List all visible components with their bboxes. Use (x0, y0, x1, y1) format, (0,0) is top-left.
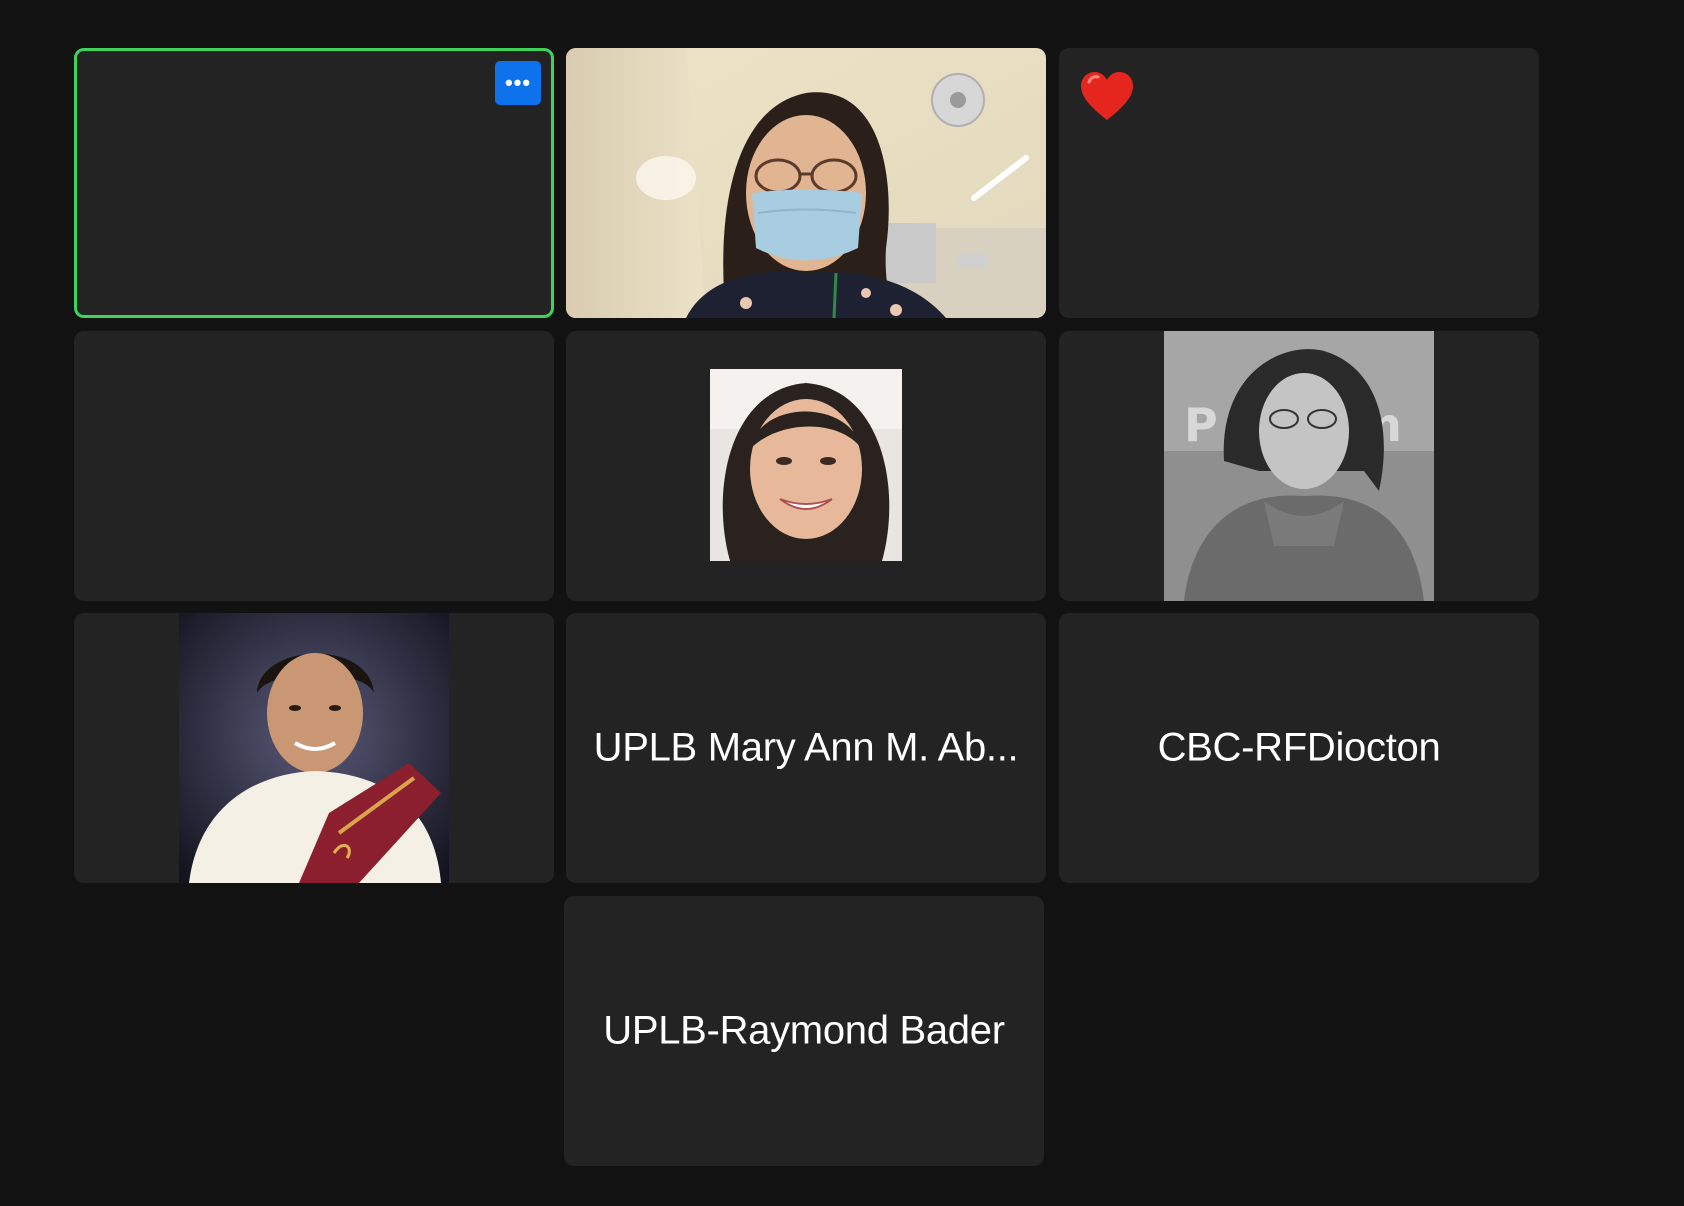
participant-tile-name[interactable]: UPLB Mary Ann M. Ab... (566, 613, 1046, 883)
participant-tile-photo[interactable] (74, 613, 554, 883)
participant-tile-name[interactable]: CBC-RFDiocton (1059, 613, 1539, 883)
participant-name: UPLB Mary Ann M. Ab... (593, 725, 1019, 770)
avatar: P m (1164, 331, 1434, 601)
participant-video-feed (566, 48, 1046, 318)
participant-tile-photo[interactable]: P m (1059, 331, 1539, 601)
participant-tile-active[interactable]: ••• (74, 48, 554, 318)
participant-name: UPLB-Raymond Bader (603, 1008, 1005, 1053)
participant-tile-empty[interactable] (74, 331, 554, 601)
participant-tile-video[interactable] (566, 48, 1046, 318)
participant-tile-reaction[interactable] (1059, 48, 1539, 318)
avatar (179, 613, 449, 883)
svg-text:P: P (1184, 398, 1218, 452)
participant-name: CBC-RFDiocton (1157, 725, 1441, 770)
participant-tile-name[interactable]: UPLB-Raymond Bader (564, 896, 1044, 1166)
more-options-button[interactable]: ••• (495, 61, 541, 105)
ellipsis-icon: ••• (504, 70, 532, 95)
participant-tile-photo[interactable] (566, 331, 1046, 601)
heart-icon (1081, 72, 1133, 120)
avatar (710, 369, 902, 561)
